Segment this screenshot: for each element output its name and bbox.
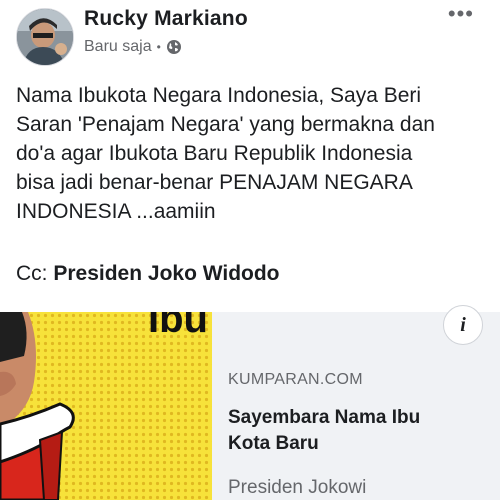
post-body: Nama Ibukota Negara Indonesia, Saya Beri… xyxy=(16,81,486,226)
avatar-photo xyxy=(17,9,73,65)
post-timestamp[interactable]: Baru saja xyxy=(84,38,152,56)
post-text-line: Nama Ibukota Negara Indonesia, Saya Beri xyxy=(16,84,422,107)
link-title-line: Kota Baru xyxy=(228,433,319,454)
post-text-line: Saran 'Penajam Negara' yang bermakna dan xyxy=(16,113,435,136)
post-text-line: bisa jadi benar-benar PENAJAM NEGARA xyxy=(16,171,413,194)
post-author[interactable]: Rucky Markiano xyxy=(84,7,248,31)
post-meta: Baru saja • xyxy=(84,38,182,56)
post-text-line: do'a agar Ibukota Baru Republik Indonesi… xyxy=(16,142,413,165)
link-title[interactable]: Sayembara Nama Ibu Kota Baru xyxy=(228,405,488,457)
cc-mention-link[interactable]: Presiden Joko Widodo xyxy=(53,262,279,285)
globe-icon xyxy=(166,40,181,54)
link-thumbnail[interactable]: Ibu xyxy=(0,312,212,500)
link-title-line: Sayembara Nama Ibu xyxy=(228,407,421,428)
thumbnail-text: Ibu xyxy=(148,312,208,341)
info-button[interactable]: i xyxy=(443,305,483,345)
link-description: Presiden Jokowi xyxy=(228,477,367,498)
cc-prefix: Cc: xyxy=(16,262,54,285)
post-text-line: INDONESIA ...aamiin xyxy=(16,200,216,223)
avatar[interactable] xyxy=(16,8,74,66)
separator-dot: • xyxy=(156,40,161,54)
post-cc: Cc: Presiden Joko Widodo xyxy=(16,262,280,286)
thumbnail-illustration: Ibu xyxy=(0,312,212,500)
link-domain: KUMPARAN.COM xyxy=(228,371,363,388)
more-horizontal-icon[interactable]: ••• xyxy=(448,3,474,25)
post-header: Rucky Markiano Baru saja • ••• xyxy=(0,0,500,70)
